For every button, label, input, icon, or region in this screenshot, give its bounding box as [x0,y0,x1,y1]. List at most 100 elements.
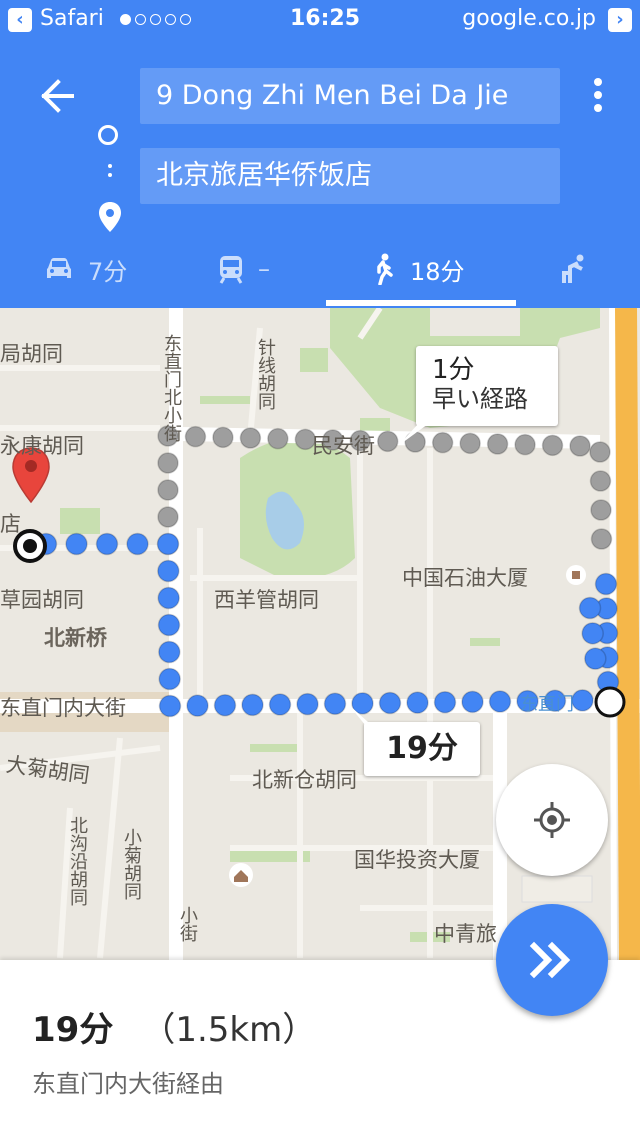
start-navigation-button[interactable] [496,904,608,1016]
map-label: 中国石油大厦 [402,566,528,590]
status-time: 16:25 [290,6,361,31]
tab-car[interactable]: 7分 [44,230,127,308]
map-view[interactable]: 局胡同 永康胡同 店 草园胡同 北新桥 东直门内大街 大菊胡同 东直门北小街 针… [0,308,640,960]
map-label: 小街 [177,906,198,942]
walk-icon [377,253,393,285]
signal-strength-icon [120,14,191,25]
destination-field[interactable]: 北京旅居华侨饭店 [140,148,560,204]
route-dot [156,532,180,556]
map-label: 北沟沿胡同 [67,816,88,906]
map-label: 东直门北小街 [161,334,182,442]
route-connector-dots [108,164,112,182]
ride-icon [562,254,584,283]
route-dot [158,640,181,664]
tab-walk[interactable]: 18分 [372,230,465,308]
route-dot [488,690,512,713]
route-dot [186,694,209,717]
origin-circle-icon [98,125,118,145]
train-icon [219,256,243,284]
main-callout-tail [348,704,368,726]
alternate-route-callout[interactable]: 1分 早い経路 [416,346,558,426]
back-to-app-icon[interactable]: ‹ [8,8,32,32]
tab-ride[interactable] [560,230,588,308]
route-dot [323,692,347,715]
map-label: 针线胡同 [255,338,276,410]
alternate-route-dot [541,434,564,457]
route-dot [594,572,618,596]
route-dot [213,694,237,717]
alternate-route-dot [431,431,454,454]
alternate-route-dot [590,499,612,521]
map-label: 店 [0,512,21,536]
map-label: 民安街 [312,434,375,458]
alternate-route-dot [459,432,481,455]
destination-pin-icon [99,202,121,232]
alternate-route-dot [212,426,234,449]
alternate-route-dot [184,425,207,448]
tab-transit[interactable]: – [218,230,270,308]
origin-point-icon [594,686,626,718]
car-duration: 7分 [88,257,128,286]
route-dot [378,691,402,715]
map-label: 草园胡同 [0,588,84,612]
route-dot [157,559,180,583]
alternate-route-dot [486,433,509,455]
alternate-route-dot [589,470,612,492]
my-location-button[interactable] [496,764,608,876]
map-label: 东直门 [520,694,574,715]
status-domain: google.co.jp [462,6,596,31]
travel-mode-tabs: 7分 – 18分 [0,230,640,308]
route-dot [578,596,602,620]
map-label: 国华投资大厦 [354,848,480,872]
alternate-route-dot [157,452,179,474]
route-via: 东直门内大街経由 [32,1070,224,1098]
alternate-route-note: 早い経路 [432,385,528,413]
alternate-route-dot [589,441,611,463]
map-label: 永康胡同 [0,434,84,458]
alternate-callout-tail [398,424,428,446]
directions-header: 9 Dong Zhi Men Bei Da Jie 北京旅居华侨饭店 7分 – [0,40,640,308]
forward-icon[interactable]: › [608,8,632,32]
status-app-name: Safari [40,6,104,31]
walk-duration: 18分 [410,257,465,286]
active-tab-indicator [326,300,516,306]
route-dot [406,691,429,714]
map-label: 局胡同 [0,342,63,366]
alternate-route-dot [157,479,179,501]
route-dot [433,691,457,714]
route-dot [571,689,594,712]
route-duration: 19分 [32,1010,114,1050]
route-summary: 19分 （1.5km） [32,1002,316,1051]
alternate-route-dot [590,528,613,550]
back-arrow-icon[interactable] [36,76,76,116]
route-dot [581,622,604,645]
route-dot [158,694,182,718]
route-dot [461,690,484,714]
alternate-route-dot [569,435,591,457]
route-dot [126,532,149,556]
route-dot [65,532,88,556]
route-dot [157,586,180,610]
map-label: 北新桥 [44,626,107,650]
route-dot [241,693,264,717]
map-label: 北新仓胡同 [252,768,357,792]
route-dot [157,613,181,637]
map-label: 东直门内大街 [0,696,126,720]
map-label: 小菊胡同 [121,828,142,900]
alternate-route-dot [267,427,289,450]
alternate-route-duration: 1分 [432,355,475,385]
main-route-callout[interactable]: 19分 [364,722,480,776]
transit-duration: – [258,255,270,283]
route-dot [158,667,181,691]
crosshair-icon [534,802,570,838]
car-icon [47,258,71,278]
route-distance: （1.5km） [141,1010,317,1050]
alternate-route-dot [514,433,536,456]
status-bar: ‹ Safari 16:25 google.co.jp › [0,0,640,40]
alternate-route-dot [157,506,179,528]
route-dot [268,693,292,716]
more-options-icon[interactable] [594,78,604,117]
route-dot [584,647,607,670]
route-dot [296,692,319,716]
origin-field[interactable]: 9 Dong Zhi Men Bei Da Jie [140,68,560,124]
